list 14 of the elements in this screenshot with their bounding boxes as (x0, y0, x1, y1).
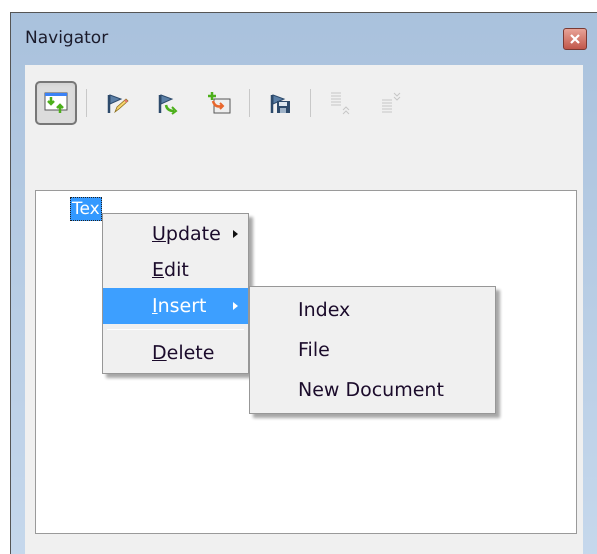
menu-item[interactable]: New Document (250, 370, 495, 410)
menu-item[interactable]: Delete (103, 335, 248, 371)
menu-item[interactable]: Update (103, 216, 248, 252)
menu-item[interactable]: Edit (103, 252, 248, 288)
menu-item[interactable]: File (250, 330, 495, 370)
close-icon (570, 34, 580, 44)
insert-frame-icon (207, 91, 231, 115)
window-title: Navigator (25, 27, 108, 50)
submenu-arrow-icon (233, 302, 238, 310)
drag-mode-icon (44, 91, 68, 115)
submenu-arrow-icon (233, 230, 238, 238)
menu-item[interactable]: Index (250, 290, 495, 330)
close-button[interactable] (563, 28, 587, 50)
toolbar-button[interactable] (35, 81, 77, 125)
